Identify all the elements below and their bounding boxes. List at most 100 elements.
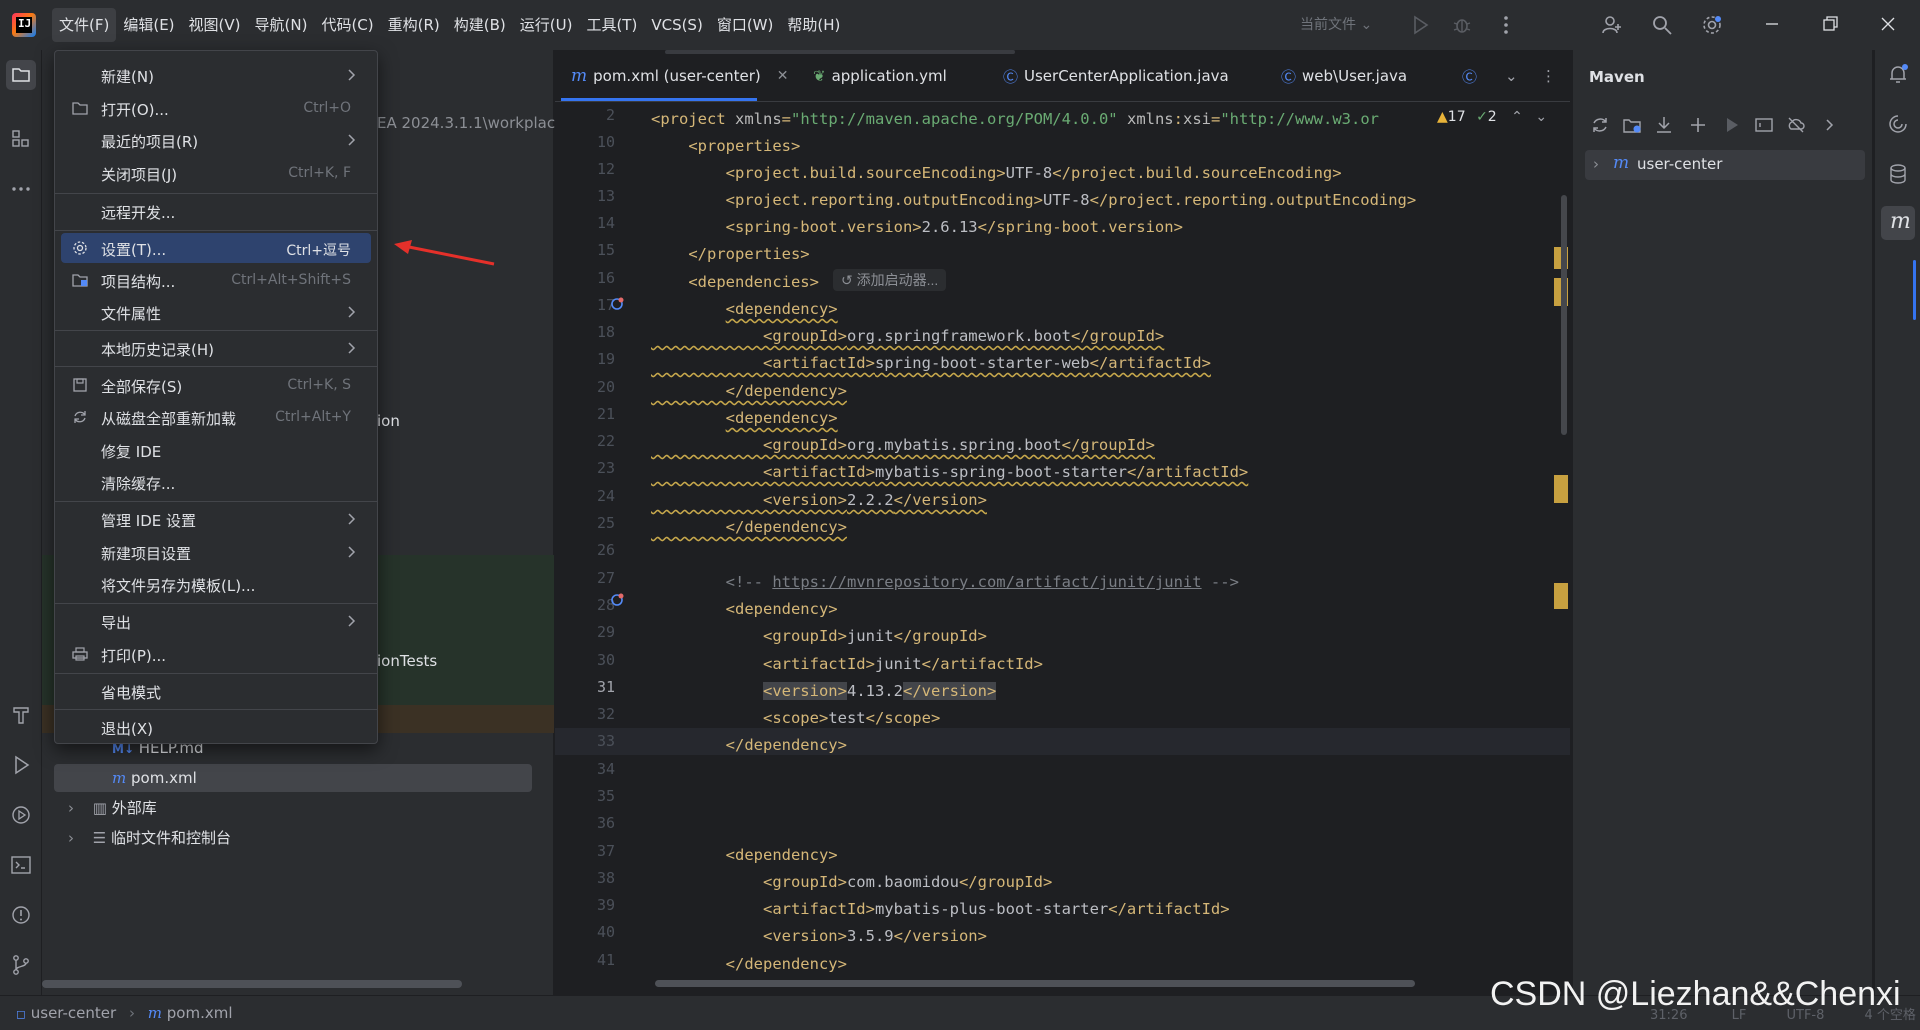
maven-tool-button[interactable]: m [1881, 206, 1915, 240]
tree-item-pom-xml[interactable]: m pom.xml [54, 764, 532, 792]
reload-projects-icon[interactable] [1589, 114, 1611, 136]
menu-build[interactable]: 构建(B) [447, 8, 513, 42]
menu-item-new-project-settings[interactable]: 新建项目设置 [61, 537, 371, 567]
menu-run[interactable]: 运行(U) [513, 8, 580, 42]
tab-list-chevron-icon[interactable]: ⌄ [1505, 64, 1518, 88]
warning-stripe-mark[interactable] [1554, 475, 1568, 503]
run-maven-build-icon[interactable] [1721, 114, 1743, 136]
menu-item-project-structure[interactable]: 项目结构... Ctrl+Alt+Shift+S [61, 265, 371, 295]
add-icon[interactable] [1687, 114, 1709, 136]
breadcrumb-project[interactable]: user-center [31, 1004, 116, 1022]
editor-vertical-scrollbar[interactable] [1561, 195, 1567, 435]
more-tools-icon[interactable] [8, 176, 34, 202]
menu-item-label: 关闭项目(J) [101, 166, 178, 184]
add-starter-hint[interactable]: ↺ 添加启动器... [833, 269, 947, 291]
tab-scrollbar[interactable] [665, 50, 1015, 54]
minimize-icon[interactable] [1760, 12, 1784, 36]
menu-item-exit[interactable]: 退出(X) [61, 712, 371, 742]
toggle-offline-icon[interactable] [1785, 114, 1807, 136]
tree-item-external-libraries[interactable]: › ▥ 外部库 [68, 794, 157, 822]
close-window-icon[interactable] [1876, 12, 1900, 36]
database-icon[interactable] [1886, 162, 1910, 186]
menu-item-file-properties[interactable]: 文件属性 [61, 297, 371, 327]
menu-help[interactable]: 帮助(H) [780, 8, 847, 42]
add-maven-project-icon[interactable] [1621, 114, 1643, 136]
git-branch-icon[interactable] [8, 952, 34, 978]
run-configuration-selector[interactable]: 当前文件 ⌄ [1300, 14, 1372, 34]
menu-item-save-all[interactable]: 全部保存(S) Ctrl+K, S [61, 370, 371, 400]
debug-icon[interactable] [1450, 13, 1474, 37]
prev-highlight-icon[interactable]: ⌃ [1511, 109, 1523, 125]
menu-item-close-project[interactable]: 关闭项目(J) Ctrl+K, F [61, 158, 371, 188]
services-icon[interactable] [8, 802, 34, 828]
inspection-widget[interactable]: ▲17 ✓2 ⌃ ⌄ [1437, 109, 1547, 125]
execute-goal-icon[interactable] [1753, 114, 1775, 136]
tab-pom-xml[interactable]: m pom.xml (user-center) ✕ [571, 64, 789, 88]
menu-vcs[interactable]: VCS(S) [644, 8, 709, 42]
breadcrumb-file[interactable]: pom.xml [167, 1004, 233, 1022]
tab-user-java[interactable]: Ⓒ web\User.java [1281, 64, 1407, 88]
menu-item-remote-development[interactable]: 远程开发... [61, 196, 371, 226]
menu-code[interactable]: 代码(C) [314, 8, 380, 42]
code-content[interactable]: <project xmlns="http://maven.apache.org/… [651, 102, 1531, 995]
menu-item-new[interactable]: 新建(N) [61, 60, 371, 90]
more-actions-icon[interactable] [1494, 13, 1518, 37]
tree-item-tests-fragment[interactable]: ionTests [377, 652, 437, 670]
menu-item-reload-all[interactable]: 从磁盘全部重新加载 Ctrl+Alt+Y [61, 402, 371, 432]
tree-item-scratches[interactable]: › ☰ 临时文件和控制台 [68, 824, 231, 852]
menu-refactor[interactable]: 重构(R) [381, 8, 447, 42]
download-sources-icon[interactable] [1653, 114, 1675, 136]
notifications-bell-icon[interactable] [1886, 62, 1910, 86]
line-number-current: 31 [596, 678, 615, 696]
tab-more-icon[interactable]: ⋮ [1541, 64, 1556, 88]
settings-gear-icon[interactable] [1700, 13, 1724, 37]
more-maven-actions-icon[interactable] [1819, 114, 1841, 136]
close-tab-icon[interactable]: ✕ [777, 68, 789, 84]
run-tool-icon[interactable] [8, 752, 34, 778]
build-hammer-icon[interactable] [8, 702, 34, 728]
submenu-arrow-icon [348, 513, 356, 525]
hidden-tabs-class-icon[interactable]: Ⓒ [1462, 64, 1477, 88]
ai-assistant-icon[interactable] [1886, 112, 1910, 136]
warning-stripe-mark[interactable] [1554, 583, 1568, 609]
dependency-update-icon[interactable] [609, 592, 625, 608]
menu-view[interactable]: 视图(V) [182, 8, 248, 42]
menu-item-save-as-template[interactable]: 将文件另存为模板(L)... [61, 569, 371, 599]
run-icon[interactable] [1408, 13, 1432, 37]
tree-item-fragment[interactable]: ion [377, 412, 400, 430]
menu-navigate[interactable]: 导航(N) [248, 8, 315, 42]
problems-icon[interactable] [8, 902, 34, 928]
menu-item-power-save-mode[interactable]: 省电模式 [61, 676, 371, 706]
menu-window[interactable]: 窗口(W) [710, 8, 781, 42]
tab-usercenterapplication-java[interactable]: Ⓒ UserCenterApplication.java [1003, 64, 1229, 88]
file-menu-dropdown: 新建(N) 打开(O)... Ctrl+O 最近的项目(R) 关闭项目(J) C… [54, 50, 378, 744]
terminal-icon[interactable] [8, 852, 34, 878]
search-everywhere-icon[interactable] [1650, 13, 1674, 37]
menu-item-settings[interactable]: 设置(T)... Ctrl+逗号 [61, 233, 371, 263]
menu-item-label: 退出(X) [101, 720, 153, 738]
restore-icon[interactable] [1818, 12, 1842, 36]
editor-horizontal-scrollbar[interactable] [655, 980, 1415, 987]
menu-edit[interactable]: 编辑(E) [116, 8, 181, 42]
code-line: <dependency> [651, 846, 838, 864]
menu-tools[interactable]: 工具(T) [579, 8, 644, 42]
menu-item-manage-ide-settings[interactable]: 管理 IDE 设置 [61, 504, 371, 534]
menu-item-export[interactable]: 导出 [61, 606, 371, 636]
project-tool-button[interactable] [6, 60, 36, 90]
tab-application-yml[interactable]: ❦ application.yml [813, 64, 947, 88]
menu-item-invalidate-caches[interactable]: 清除缓存... [61, 467, 371, 497]
maven-project-node[interactable]: › m user-center [1585, 150, 1865, 180]
next-highlight-icon[interactable]: ⌄ [1535, 109, 1547, 125]
menu-item-local-history[interactable]: 本地历史记录(H) [61, 333, 371, 363]
intellij-logo-icon[interactable]: IJ [12, 13, 36, 37]
structure-icon[interactable] [8, 126, 34, 152]
code-with-me-icon[interactable] [1600, 13, 1624, 37]
menu-item-print[interactable]: 打印(P)... [61, 639, 371, 669]
menu-item-repair-ide[interactable]: 修复 IDE [61, 435, 371, 465]
line-number: 25 [596, 514, 615, 532]
menu-item-recent-projects[interactable]: 最近的项目(R) [61, 125, 371, 155]
dependency-update-icon[interactable] [609, 296, 625, 312]
project-horizontal-scrollbar[interactable] [42, 980, 462, 988]
menu-item-open[interactable]: 打开(O)... Ctrl+O [61, 93, 371, 123]
menu-file[interactable]: 文件(F) [52, 8, 117, 42]
